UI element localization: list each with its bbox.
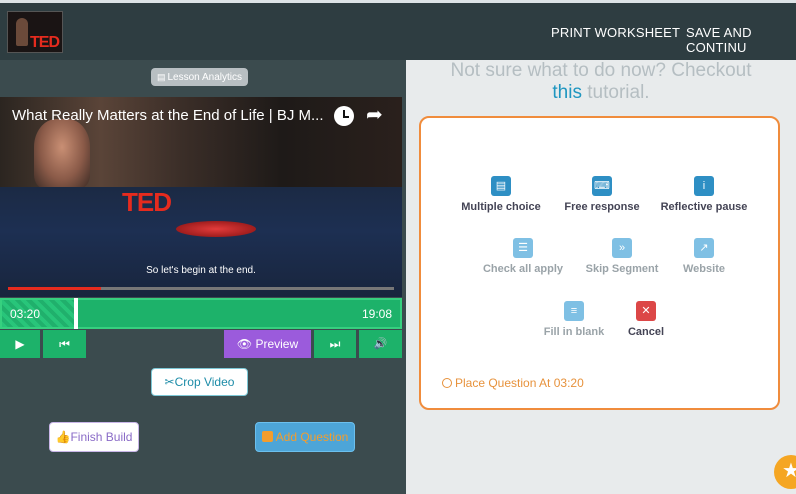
rewind-icon: ⏮	[59, 337, 70, 351]
video-progress-bar[interactable]	[8, 287, 394, 290]
share-icon[interactable]: ➦	[366, 102, 383, 127]
free-response-option[interactable]: ⌨ Free response	[547, 176, 657, 213]
forward-icon: ⏭	[329, 337, 341, 351]
preview-button[interactable]: 👁 Preview	[224, 330, 311, 358]
tutorial-hint: Not sure what to do now? Checkout this t…	[406, 60, 796, 104]
forward-button[interactable]: ⏭	[314, 330, 356, 358]
fast-forward-icon: »	[612, 238, 632, 258]
hint-line-1: Not sure what to do now? Checkout	[450, 60, 752, 81]
question-pane: Not sure what to do now? Checkout this t…	[406, 60, 796, 494]
info-icon: i	[694, 176, 714, 196]
bar-chart-icon: ▤	[156, 72, 166, 82]
place-question-link[interactable]: Place Question At 03:20	[442, 376, 584, 390]
option-label: Website	[683, 263, 725, 275]
check-all-apply-option[interactable]: ☰ Check all apply	[468, 238, 578, 275]
volume-icon: 🔊	[373, 338, 388, 350]
save-and-continue-button[interactable]: SAVE AND CONTINU	[686, 25, 796, 55]
play-button[interactable]: ▶	[0, 330, 40, 358]
video-player[interactable]: TED What Really Matters at the End of Li…	[0, 97, 402, 297]
timeline-handle[interactable]	[73, 298, 78, 329]
place-question-label: Place Question At 03:20	[455, 376, 584, 390]
video-progress-fill	[8, 287, 101, 290]
video-editor-pane: ▤ Lesson Analytics TED What Really Matter…	[0, 60, 406, 494]
volume-button[interactable]: 🔊	[359, 330, 402, 358]
tutorial-link[interactable]: this	[552, 82, 582, 103]
ted-logo[interactable]: TED	[7, 11, 63, 53]
ted-stage-sign: TED	[122, 187, 172, 217]
list-icon: ▤	[491, 176, 511, 196]
eye-icon: 👁	[236, 337, 253, 351]
add-question-button[interactable]: Add Question	[255, 422, 355, 452]
stage-image	[0, 187, 402, 297]
timeline-slider[interactable]: 03:20 19:08	[0, 298, 402, 329]
multiple-choice-option[interactable]: ▤ Multiple choice	[446, 176, 556, 213]
star-icon[interactable]: ★	[774, 455, 796, 489]
play-icon: ▶	[15, 337, 25, 351]
cancel-option[interactable]: ✕ Cancel	[591, 301, 701, 338]
scissors-icon: ✂	[164, 375, 175, 389]
option-label: Free response	[564, 201, 640, 213]
clock-icon	[442, 378, 452, 388]
watch-later-icon[interactable]	[334, 106, 354, 126]
option-label: Cancel	[627, 326, 665, 338]
rewind-button[interactable]: ⏮	[43, 330, 86, 358]
option-label: Multiple choice	[461, 201, 541, 213]
keyboard-icon: ⌨	[592, 176, 612, 196]
website-option[interactable]: ↗ Website	[649, 238, 759, 275]
plus-icon	[261, 431, 273, 442]
video-caption: So let's begin at the end.	[146, 265, 256, 276]
lesson-analytics-label: Lesson Analytics	[167, 72, 243, 83]
crop-video-label: Crop Video	[174, 375, 235, 389]
option-label: Check all apply	[482, 263, 564, 275]
add-question-label: Add Question	[275, 430, 349, 444]
form-icon: ≡	[564, 301, 584, 321]
thumbs-up-icon: 👍	[55, 430, 71, 444]
current-time: 03:20	[10, 307, 41, 321]
reflective-pause-option[interactable]: i Reflective pause	[649, 176, 759, 213]
top-bar: TED PRINT WORKSHEET SAVE AND CONTINU	[0, 0, 796, 60]
video-title: What Really Matters at the End of Life |…	[12, 107, 324, 124]
crop-video-button[interactable]: ✂Crop Video	[151, 368, 248, 396]
speaker-image	[34, 119, 90, 189]
lesson-analytics-button[interactable]: ▤ Lesson Analytics	[151, 68, 248, 86]
external-link-icon: ↗	[694, 238, 714, 258]
question-type-panel: ▤ Multiple choice ⌨ Free response i Refl…	[419, 116, 780, 410]
hint-suffix: tutorial.	[587, 82, 650, 103]
finish-build-button[interactable]: 👍Finish Build	[49, 422, 139, 452]
preview-label: Preview	[255, 337, 299, 351]
duration-time: 19:08	[361, 307, 392, 321]
print-worksheet-button[interactable]: PRINT WORKSHEET	[551, 25, 680, 40]
close-icon: ✕	[636, 301, 656, 321]
finish-build-label: Finish Build	[70, 430, 133, 444]
option-label: Reflective pause	[660, 201, 748, 213]
checklist-icon: ☰	[513, 238, 533, 258]
